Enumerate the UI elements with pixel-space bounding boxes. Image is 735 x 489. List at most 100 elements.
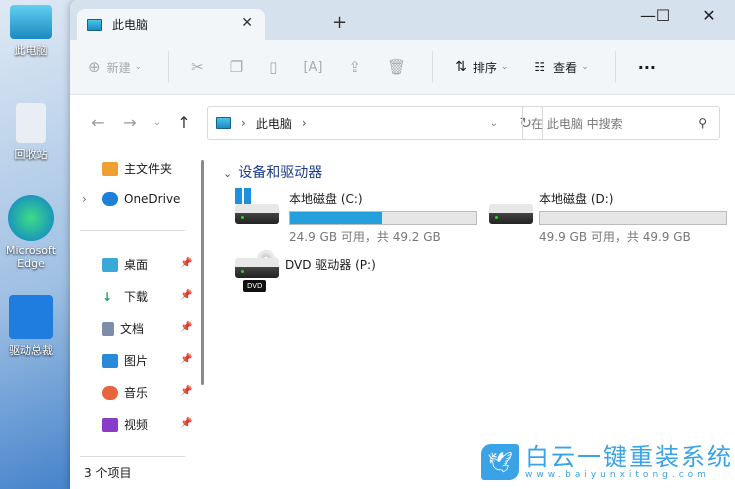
recent-dropdown[interactable]: ⌄ <box>146 117 168 128</box>
sidebar-item-documents[interactable]: 文档 <box>102 320 144 337</box>
watermark-url: www.baiyunxitong.com <box>525 470 710 480</box>
hard-drive-icon <box>489 204 533 224</box>
drive-name: DVD 驱动器 (P:) <box>285 258 376 272</box>
sidebar-item-music[interactable]: 音乐 <box>102 384 148 401</box>
chevron-down-icon: ⌄ <box>500 62 509 72</box>
sort-label: 排序 <box>472 60 497 75</box>
drive-dvd[interactable]: DVD DVD 驱动器 (P:) <box>235 250 376 296</box>
sidebar-scrollbar[interactable] <box>201 160 204 385</box>
sort-icon: ⇅ <box>455 59 467 75</box>
desktop-icon-edge[interactable]: Microsoft Edge <box>0 195 62 270</box>
desktop-icon-driver[interactable]: 驱动总裁 <box>0 295 62 358</box>
rename-button[interactable]: [A] <box>303 60 322 75</box>
sort-button[interactable]: ⇅ 排序 ⌄ <box>455 59 508 76</box>
sidebar-item-videos[interactable]: 视频 <box>102 416 148 433</box>
dvd-badge: DVD <box>243 280 267 292</box>
label: 主文件夹 <box>124 162 173 176</box>
divider <box>168 51 170 83</box>
view-label: 查看 <box>553 60 578 75</box>
sidebar-item-home[interactable]: 主文件夹 <box>102 160 172 177</box>
trash-icon: 🗑 <box>387 58 407 76</box>
delete-button[interactable]: 🗑 <box>387 58 406 76</box>
download-icon: ↓ <box>102 289 113 304</box>
label: 此电脑 <box>14 44 48 57</box>
windows-logo-icon <box>235 188 251 204</box>
breadcrumb-this-pc[interactable]: 此电脑 <box>256 115 292 132</box>
sidebar-item-downloads[interactable]: ↓ 下载 <box>102 288 148 305</box>
sidebar-item-pictures[interactable]: 图片 <box>102 352 148 369</box>
pin-icon[interactable]: 📌 <box>180 418 192 429</box>
cloud-icon <box>102 192 118 206</box>
document-icon <box>102 321 114 336</box>
scissors-icon: ✂ <box>191 58 204 76</box>
drive-c[interactable]: 本地磁盘 (C:) 24.9 GB 可用，共 49.2 GB <box>235 188 477 245</box>
file-explorer-window: 此电脑 ✕ + — ☐ ✕ ⊕ 新建 ⌄ ✂ ❐ ▯ [A] ⇪ 🗑 ⇅ 排序 ⌄ ☷ 查看… <box>70 0 735 489</box>
divider <box>80 230 185 231</box>
group-title: 设备和驱动器 <box>238 165 323 181</box>
back-button[interactable]: ← <box>82 113 114 132</box>
copy-button[interactable]: ❐ <box>230 58 243 76</box>
this-pc-icon <box>216 117 231 129</box>
sidebar-item-onedrive[interactable]: OneDrive <box>102 192 180 206</box>
tab-this-pc[interactable]: 此电脑 ✕ <box>77 9 265 40</box>
command-bar: ⊕ 新建 ⌄ ✂ ❐ ▯ [A] ⇪ 🗑 ⇅ 排序 ⌄ ☷ 查看 ⌄ ··· <box>70 40 735 95</box>
divider <box>432 51 434 83</box>
edge-icon <box>8 195 54 241</box>
monitor-icon <box>10 5 52 39</box>
navigation-pane: 主文件夹 › OneDrive 桌面 ↓ 下载 文档 图片 音乐 视频 📌 📌 📌… <box>70 150 210 489</box>
chevron-right-icon: › <box>301 116 307 130</box>
new-label: 新建 <box>106 60 131 75</box>
close-window-button[interactable]: ✕ <box>694 6 724 25</box>
plus-circle-icon: ⊕ <box>88 58 101 76</box>
home-icon <box>102 161 118 176</box>
label: 下载 <box>124 290 149 304</box>
label: 视频 <box>124 418 149 432</box>
new-button[interactable]: ⊕ 新建 ⌄ <box>88 58 142 76</box>
forward-button[interactable]: → <box>114 113 146 132</box>
chevron-down-icon: ⌄ <box>581 62 589 72</box>
up-button[interactable]: ↑ <box>168 113 200 132</box>
pin-icon[interactable]: 📌 <box>180 322 192 333</box>
sidebar-item-desktop[interactable]: 桌面 <box>102 256 148 273</box>
label: 图片 <box>124 354 149 368</box>
usage-bar <box>539 211 727 225</box>
label: OneDrive <box>124 192 181 206</box>
usage-bar <box>289 211 477 225</box>
expand-chevron-icon[interactable]: › <box>82 192 87 206</box>
label: 桌面 <box>124 258 149 272</box>
search-icon: ⚲ <box>698 116 707 130</box>
usage-fill <box>290 212 382 224</box>
desktop-icon-this-pc[interactable]: 此电脑 <box>0 5 62 58</box>
maximize-button[interactable]: ☐ <box>648 6 678 25</box>
search-input[interactable]: 在 此电脑 中搜索 ⚲ <box>522 106 720 140</box>
drive-free-space: 49.9 GB 可用，共 49.9 GB <box>539 230 691 244</box>
drive-name: 本地磁盘 (D:) <box>539 192 614 206</box>
pin-icon[interactable]: 📌 <box>180 258 192 269</box>
label: 文档 <box>120 322 145 336</box>
address-bar[interactable]: › 此电脑 › ⌄ ↻ <box>207 106 543 140</box>
close-tab-button[interactable]: ✕ <box>241 15 253 31</box>
share-button[interactable]: ⇪ <box>348 58 361 76</box>
pin-icon[interactable]: 📌 <box>180 354 192 365</box>
pin-icon[interactable]: 📌 <box>180 386 192 397</box>
group-header[interactable]: ⌄ 设备和驱动器 <box>223 162 322 182</box>
pin-icon[interactable]: 📌 <box>180 290 192 301</box>
recycle-bin-icon <box>16 103 46 143</box>
pictures-icon <box>102 353 118 368</box>
driver-icon <box>9 295 53 339</box>
address-dropdown[interactable]: ⌄ <box>490 118 498 129</box>
paste-button[interactable]: ▯ <box>269 58 277 76</box>
desktop-icon-recycle-bin[interactable]: 回收站 <box>0 103 62 162</box>
drive-name: 本地磁盘 (C:) <box>289 192 363 206</box>
cut-button[interactable]: ✂ <box>191 58 204 76</box>
video-icon <box>102 417 118 432</box>
collapse-chevron-icon: ⌄ <box>223 167 233 180</box>
dvd-drive-icon: DVD <box>235 250 285 296</box>
more-button[interactable]: ··· <box>638 58 656 77</box>
new-tab-button[interactable]: + <box>332 12 347 33</box>
drive-d[interactable]: 本地磁盘 (D:) 49.9 GB 可用，共 49.9 GB <box>489 190 727 245</box>
view-button[interactable]: ☷ 查看 ⌄ <box>534 59 588 76</box>
share-icon: ⇪ <box>348 58 362 76</box>
watermark: 🕊 白云一键重装系统 www.baiyunxitong.com <box>481 444 733 480</box>
search-placeholder: 在 此电脑 中搜索 <box>531 116 623 131</box>
